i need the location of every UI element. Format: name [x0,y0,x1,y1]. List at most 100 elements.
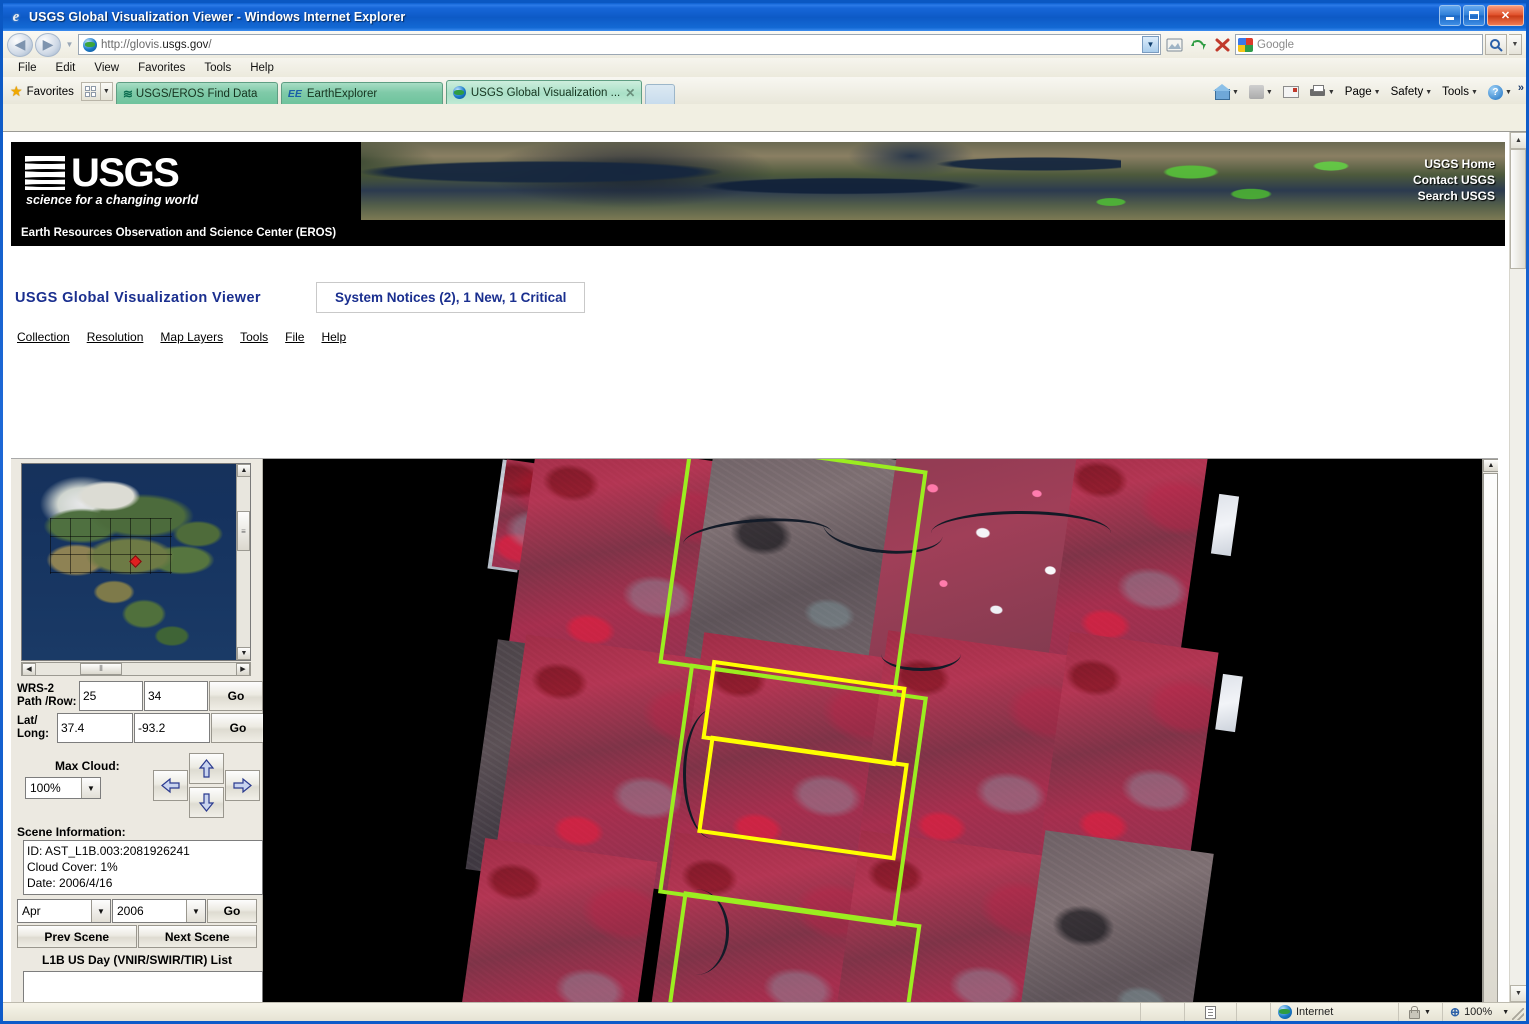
chevron-down-icon[interactable]: ▼ [1266,89,1273,96]
security-zone[interactable]: Internet [1270,1003,1398,1021]
chevron-down-icon[interactable]: ▼ [1232,89,1239,96]
year-select[interactable]: 2006 ▼ [112,899,206,923]
close-button[interactable]: ✕ [1487,5,1524,26]
tab-earthexplorer[interactable]: EE EarthExplorer [280,82,443,104]
search-input[interactable]: Google [1235,34,1483,55]
link-usgs-home[interactable]: USGS Home [1413,156,1495,172]
home-button[interactable]: ▼ [1210,83,1243,101]
chevron-down-icon[interactable]: ▼ [1471,89,1478,96]
chevron-down-icon[interactable]: ▼ [1424,1009,1431,1016]
url-dropdown-icon[interactable]: ▼ [1142,36,1159,53]
favorites-button[interactable]: ★ Favorites [6,83,81,104]
stop-icon[interactable] [1211,34,1233,56]
pan-down-button[interactable] [189,787,224,818]
latlong-go-button[interactable]: Go [211,713,265,743]
chevron-down-icon[interactable]: ▼ [1328,89,1335,96]
prev-scene-button[interactable]: Prev Scene [17,925,137,948]
resize-grip[interactable] [1512,1008,1524,1020]
help-menu-button[interactable]: ? ▼ [1484,83,1516,102]
scroll-thumb[interactable]: ⦀ [80,663,122,675]
latitude-input[interactable] [57,713,133,743]
scene-tile[interactable] [1215,673,1243,733]
chevron-down-icon[interactable]: ▼ [186,900,205,922]
system-notices-button[interactable]: System Notices (2), 1 New, 1 Critical [316,282,586,313]
scroll-up-icon[interactable]: ▲ [237,464,250,477]
month-select[interactable]: Apr ▼ [17,899,111,923]
history-dropdown-icon[interactable]: ▼ [63,40,76,49]
scene-tile[interactable] [1014,830,1214,1002]
menu-help[interactable]: Help [247,61,277,75]
scroll-thumb[interactable] [1483,473,1498,1002]
scroll-left-icon[interactable]: ◀ [22,662,36,676]
tab-usgs-eros-find-data[interactable]: ≋ USGS/EROS Find Data [115,82,278,104]
scene-tile[interactable] [454,837,658,1002]
chevron-down-icon[interactable]: ▼ [1505,89,1512,96]
pan-right-button[interactable] [225,770,260,801]
chevron-down-icon[interactable]: ▼ [1502,1009,1509,1016]
applet-menu-collection[interactable]: Collection [17,330,70,344]
path-input[interactable] [79,681,143,711]
map-vertical-scrollbar[interactable]: ▲ ▼ [1482,459,1498,1002]
link-contact-usgs[interactable]: Contact USGS [1413,172,1495,188]
favorites-bar-dropdown-icon[interactable]: ▼ [100,82,113,101]
new-tab-button[interactable] [645,84,676,104]
usgs-logo[interactable]: USGS science for a changing world [11,142,361,220]
scroll-up-icon[interactable]: ▲ [1510,132,1526,149]
chevron-down-icon[interactable]: ▼ [1425,89,1432,96]
menu-file[interactable]: File [15,61,40,75]
applet-menu-map-layers[interactable]: Map Layers [160,330,223,344]
chevron-down-icon[interactable]: ▼ [81,778,100,798]
minimize-button[interactable] [1439,5,1461,26]
row-input[interactable] [144,681,208,711]
map-viewport[interactable]: NASA ▲ ▼ [263,459,1498,1002]
scroll-thumb[interactable] [1510,149,1526,269]
max-cloud-select[interactable]: 100% ▼ [25,777,101,799]
overview-map[interactable]: ▲ ≡ ▼ [21,463,251,661]
chevron-down-icon[interactable]: ▼ [91,900,110,922]
pan-up-button[interactable] [189,753,224,784]
menu-favorites[interactable]: Favorites [135,61,188,75]
overview-horizontal-scrollbar[interactable]: ◀ ⦀ ▶ [21,662,251,676]
scene-tile[interactable] [1210,493,1240,557]
link-search-usgs[interactable]: Search USGS [1413,188,1495,204]
favorites-bar-icon[interactable] [80,82,101,101]
applet-menu-resolution[interactable]: Resolution [87,330,144,344]
status-document-mode[interactable] [1184,1003,1236,1021]
scroll-up-icon[interactable]: ▲ [1483,459,1498,472]
url-input[interactable]: http://glovis.usgs.gov/ ▼ [78,34,1161,55]
back-button[interactable]: ◀ [7,32,33,57]
maximize-button[interactable] [1463,5,1485,26]
applet-menu-file[interactable]: File [285,330,304,344]
scene-list[interactable] [23,971,263,1002]
longitude-input[interactable] [134,713,210,743]
print-button[interactable]: ▼ [1305,83,1339,101]
forward-button[interactable]: ▶ [35,32,61,57]
overview-vertical-scrollbar[interactable]: ▲ ≡ ▼ [236,464,250,660]
applet-menu-tools[interactable]: Tools [240,330,268,344]
refresh-icon[interactable] [1187,34,1209,56]
search-submit-icon[interactable] [1485,34,1507,55]
close-icon[interactable]: ✕ [625,86,635,100]
page-menu-button[interactable]: Page ▼ [1341,84,1385,100]
menu-view[interactable]: View [91,61,122,75]
wrs-go-button[interactable]: Go [209,681,263,711]
scroll-thumb[interactable]: ≡ [237,511,250,551]
tools-menu-button[interactable]: Tools ▼ [1438,84,1482,100]
safety-menu-button[interactable]: Safety ▼ [1387,84,1437,100]
pan-left-button[interactable] [153,770,188,801]
compatibility-view-icon[interactable] [1163,34,1185,56]
overflow-chevron-icon[interactable]: » [1518,82,1524,94]
next-scene-button[interactable]: Next Scene [137,925,257,948]
scroll-down-icon[interactable]: ▼ [237,647,250,660]
scroll-down-icon[interactable]: ▼ [1510,985,1526,1002]
applet-menu-help[interactable]: Help [321,330,346,344]
chevron-down-icon[interactable]: ▼ [1374,89,1381,96]
scroll-right-icon[interactable]: ▶ [236,662,250,676]
menu-tools[interactable]: Tools [201,61,234,75]
tab-usgs-global-visualization[interactable]: USGS Global Visualization ... ✕ [445,80,643,104]
feeds-button[interactable]: ▼ [1245,83,1277,101]
search-options-icon[interactable]: ▼ [1509,34,1522,55]
mail-button[interactable] [1279,84,1303,100]
menu-edit[interactable]: Edit [53,61,79,75]
date-go-button[interactable]: Go [207,899,257,923]
